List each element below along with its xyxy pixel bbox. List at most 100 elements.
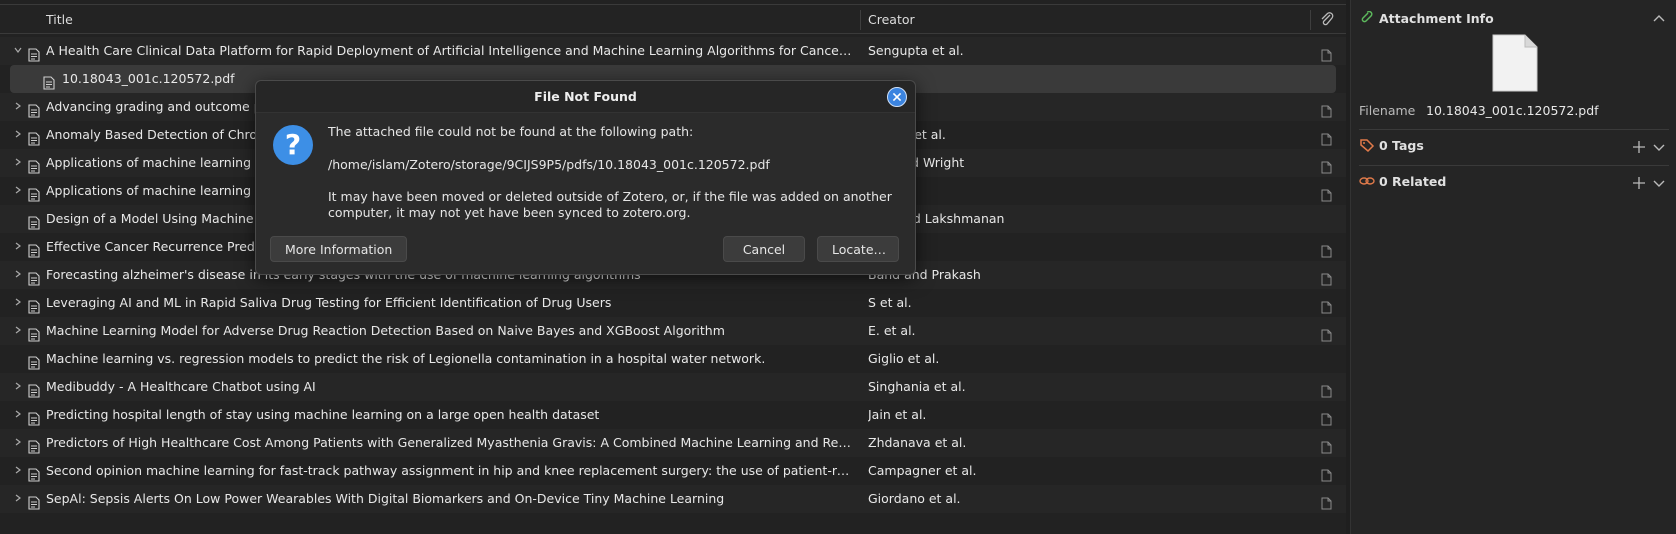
column-separator[interactable] [860, 10, 861, 30]
cancel-button[interactable]: Cancel [723, 236, 805, 262]
table-row[interactable]: A Health Care Clinical Data Platform for… [0, 37, 1346, 65]
chevron-right-icon[interactable] [11, 485, 25, 513]
document-icon [28, 408, 40, 426]
item-creator: Giordano et al. [868, 491, 961, 506]
item-title: Predicting hospital length of stay using… [46, 407, 600, 422]
item-creator: hambi [868, 233, 1288, 261]
document-icon [28, 464, 40, 482]
attachment-file-icon[interactable] [1321, 492, 1332, 510]
attachment-file-icon[interactable] [1321, 436, 1332, 454]
attachment-info-title: Attachment Info [1379, 11, 1494, 26]
document-icon [28, 296, 40, 314]
attachment-info-header[interactable]: Attachment Info [1359, 9, 1494, 29]
item-creator: Zhdanava et al. [868, 435, 967, 450]
item-creator: trao and Lakshmanan [868, 211, 1005, 226]
item-creator: Campagner et al. [868, 463, 977, 478]
locate-button[interactable]: Locate… [817, 236, 899, 262]
attachment-file-icon[interactable] [1321, 464, 1332, 482]
table-row[interactable]: Leveraging AI and ML in Rapid Saliva Dru… [0, 289, 1346, 317]
dialog-file-path: /home/islam/Zotero/storage/9CIJS9P5/pdfs… [328, 157, 770, 172]
document-icon [28, 212, 40, 230]
add-related-icon[interactable] [1631, 175, 1647, 191]
chevron-right-icon[interactable] [11, 289, 25, 317]
attachment-icon [1361, 11, 1373, 23]
close-icon[interactable] [887, 87, 907, 107]
chevron-down-icon[interactable] [11, 37, 25, 65]
tags-section-header[interactable]: 0 Tags [1359, 136, 1424, 156]
attachment-file-icon[interactable] [1321, 268, 1332, 286]
tag-icon [1360, 139, 1375, 152]
filename-value[interactable]: 10.18043_001c.120572.pdf [1426, 103, 1599, 118]
chevron-right-icon[interactable] [11, 429, 25, 457]
item-title: A Health Care Clinical Data Platform for… [46, 43, 852, 58]
column-separator[interactable] [1310, 10, 1311, 30]
attachment-file-icon[interactable] [1321, 44, 1332, 62]
paperclip-icon[interactable] [1319, 12, 1335, 28]
item-creator: S et al. [868, 295, 912, 310]
more-information-button[interactable]: More Information [270, 236, 408, 262]
dialog-message-line: The attached file could not be found at … [328, 124, 694, 139]
table-row[interactable]: Machine Learning Model for Adverse Drug … [0, 317, 1346, 345]
item-creator: Band and Prakash [868, 267, 981, 282]
attachment-file-icon[interactable] [1321, 296, 1332, 314]
chevron-right-icon[interactable] [11, 317, 25, 345]
chevron-right-icon[interactable] [11, 93, 25, 121]
table-row[interactable]: Medibuddy - A Healthcare Chatbot using A… [0, 373, 1346, 401]
item-creator: Sengupta et al. [868, 43, 964, 58]
tags-title: 0 Tags [1379, 138, 1424, 153]
document-icon [28, 128, 40, 146]
attachment-file-icon[interactable] [1321, 128, 1332, 146]
attachment-file-icon[interactable] [1321, 324, 1332, 342]
document-icon [28, 436, 40, 454]
chevron-down-icon[interactable] [1651, 139, 1667, 155]
item-creator: E. et al. [868, 323, 916, 338]
table-row[interactable]: Second opinion machine learning for fast… [0, 457, 1346, 485]
document-icon [28, 268, 40, 286]
chevron-right-icon[interactable] [11, 261, 25, 289]
attachment-file-icon[interactable] [1321, 184, 1332, 202]
item-creator: l. [868, 177, 1288, 205]
add-tag-icon[interactable] [1631, 139, 1647, 155]
dialog-message-line: It may have been moved or deleted outsid… [328, 189, 892, 204]
item-creator: Giglio et al. [868, 351, 940, 366]
document-icon [28, 156, 40, 174]
item-title: Second opinion machine learning for fast… [46, 463, 852, 478]
table-row[interactable]: Machine learning vs. regression models t… [0, 345, 1346, 373]
chevron-right-icon[interactable] [11, 177, 25, 205]
attachment-file-icon[interactable] [1321, 408, 1332, 426]
pdf-file-icon [43, 72, 55, 90]
item-info-pane: Attachment Info Filename 10.18043_001c.1… [1350, 0, 1676, 534]
chevron-up-icon[interactable] [1651, 11, 1667, 27]
document-icon [28, 324, 40, 342]
chevron-down-icon[interactable] [1651, 175, 1667, 191]
attachment-file-icon[interactable] [1321, 156, 1332, 174]
attachment-file-icon[interactable] [1321, 240, 1332, 258]
attachment-file-icon[interactable] [1321, 380, 1332, 398]
column-title-header[interactable]: Title [46, 12, 73, 27]
item-title: Machine learning vs. regression models t… [46, 351, 766, 366]
item-creator: Jain et al. [868, 407, 927, 422]
dialog-message-line: computer, it may not yet have been synce… [328, 205, 691, 220]
item-title: Predictors of High Healthcare Cost Among… [46, 435, 852, 450]
related-section-header[interactable]: 0 Related [1359, 172, 1446, 192]
items-column-header: Title Creator [0, 4, 1346, 34]
document-icon [28, 240, 40, 258]
attachment-file-icon[interactable] [1321, 100, 1332, 118]
chevron-right-icon[interactable] [11, 233, 25, 261]
document-icon [28, 352, 40, 370]
file-not-found-dialog: File Not Found ? The attached file could… [255, 80, 916, 275]
chevron-right-icon[interactable] [11, 121, 25, 149]
item-creator: han and Wright [868, 155, 965, 170]
filename-label: Filename [1359, 103, 1416, 118]
table-row[interactable]: Predicting hospital length of stay using… [0, 401, 1346, 429]
chevron-right-icon[interactable] [11, 457, 25, 485]
chevron-right-icon[interactable] [11, 149, 25, 177]
chevron-right-icon[interactable] [11, 401, 25, 429]
chevron-right-icon[interactable] [11, 373, 25, 401]
section-divider [1359, 129, 1669, 130]
question-icon: ? [273, 125, 313, 165]
table-row[interactable]: Predictors of High Healthcare Cost Among… [0, 429, 1346, 457]
dialog-titlebar[interactable]: File Not Found [256, 81, 915, 113]
column-creator-header[interactable]: Creator [868, 12, 915, 27]
table-row[interactable]: SepAl: Sepsis Alerts On Low Power Wearab… [0, 485, 1346, 513]
